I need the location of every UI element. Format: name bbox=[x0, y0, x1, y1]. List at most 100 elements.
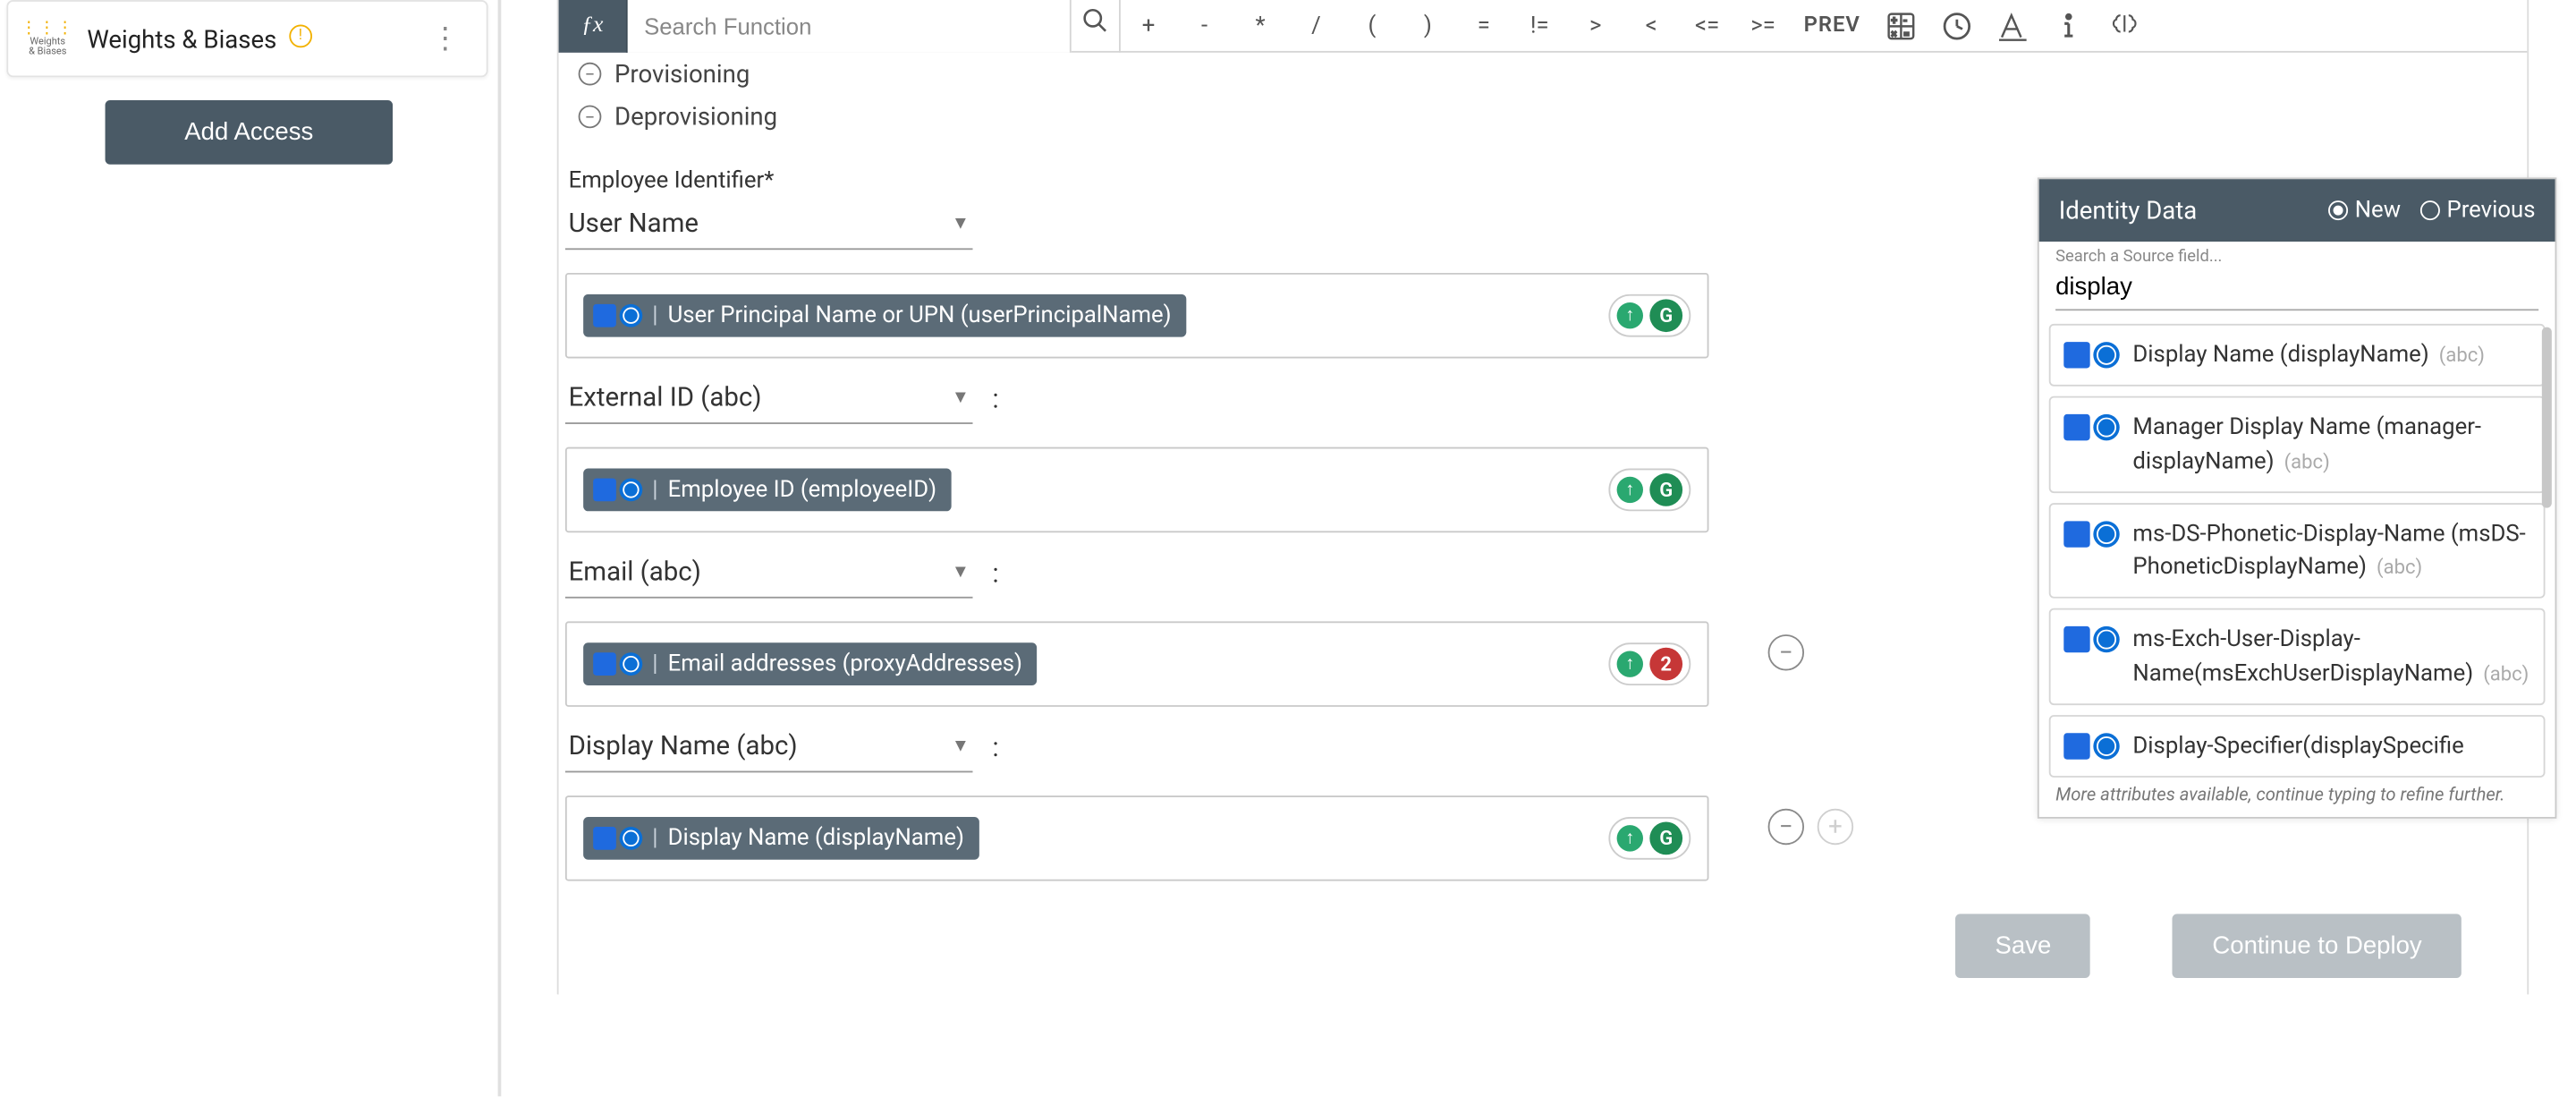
op-plus[interactable]: + bbox=[1121, 0, 1176, 52]
identity-data-panel: Identity Data New Previous Search a Sour… bbox=[2038, 177, 2556, 818]
op-minus[interactable]: - bbox=[1176, 0, 1232, 52]
app-title: Weights & Biases bbox=[87, 24, 276, 54]
source-icon bbox=[2063, 521, 2119, 547]
source-icon bbox=[593, 827, 642, 850]
select-employee-identifier[interactable]: User Name ▼ bbox=[565, 197, 973, 250]
result-list[interactable]: Display Name (displayName)(abc) Manager … bbox=[2039, 314, 2555, 817]
function-search-input[interactable] bbox=[628, 0, 1072, 52]
grammarly-icon: G bbox=[1649, 473, 1682, 506]
attribute-token[interactable]: | Display Name (displayName) bbox=[583, 817, 979, 860]
op-neq[interactable]: != bbox=[1512, 0, 1567, 52]
search-icon[interactable] bbox=[1072, 0, 1121, 52]
mapping-box-employee-identifier[interactable]: | User Principal Name or UPN (userPrinci… bbox=[565, 273, 1709, 359]
result-item[interactable]: Display-Specifier(displaySpecifie bbox=[2049, 715, 2546, 778]
op-prev[interactable]: PREV bbox=[1791, 0, 1873, 52]
source-icon bbox=[2063, 414, 2119, 440]
status-pill[interactable]: G bbox=[1608, 817, 1690, 860]
svg-text:+: + bbox=[1892, 14, 1897, 26]
op-eq[interactable]: = bbox=[1456, 0, 1512, 52]
select-value: User Name bbox=[569, 207, 699, 238]
result-name: ms-DS-Phonetic-Display-Name (msDS-Phonet… bbox=[2132, 521, 2525, 581]
left-sidebar: ⋮⋮⋮ Weights & Biases Weights & Biases ! … bbox=[0, 0, 501, 1096]
arrow-up-icon bbox=[1617, 477, 1643, 503]
formula-bar: ƒx + - * / ( ) = != > < <= >= bbox=[559, 0, 2528, 53]
op-gte[interactable]: >= bbox=[1735, 0, 1791, 52]
result-type: (abc) bbox=[2284, 450, 2330, 473]
collapse-icon[interactable]: − bbox=[579, 63, 602, 86]
op-lparen[interactable]: ( bbox=[1344, 0, 1400, 52]
source-icon bbox=[2063, 342, 2119, 368]
radio-new[interactable]: New bbox=[2328, 197, 2401, 223]
section-provisioning[interactable]: − Provisioning bbox=[565, 53, 2514, 96]
result-item[interactable]: ms-DS-Phonetic-Display-Name (msDS-Phonet… bbox=[2049, 503, 2546, 600]
save-button[interactable]: Save bbox=[1955, 914, 2090, 978]
select-value: External ID (abc) bbox=[569, 381, 762, 412]
grammarly-icon: G bbox=[1649, 822, 1682, 855]
result-name: Display Name (displayName) bbox=[2132, 342, 2428, 368]
op-lte[interactable]: <= bbox=[1679, 0, 1734, 52]
select-email[interactable]: Email (abc) ▼ bbox=[565, 546, 973, 599]
fx-icon[interactable]: ƒx bbox=[559, 0, 628, 52]
attribute-token[interactable]: | Employee ID (employeeID) bbox=[583, 469, 952, 512]
op-div[interactable]: / bbox=[1288, 0, 1343, 52]
result-type: (abc) bbox=[2377, 556, 2422, 579]
mapping-box-display-name[interactable]: | Display Name (displayName) G bbox=[565, 795, 1709, 881]
chevron-down-icon: ▼ bbox=[952, 560, 970, 582]
panel-header: Identity Data New Previous bbox=[2039, 179, 2555, 242]
continue-to-deploy-button[interactable]: Continue to Deploy bbox=[2173, 914, 2462, 978]
svg-text:=: = bbox=[1903, 29, 1909, 40]
result-item[interactable]: Manager Display Name (manager-displayNam… bbox=[2049, 396, 2546, 493]
main-area: ƒx + - * / ( ) = != > < <= >= bbox=[557, 0, 2576, 1096]
add-access-button[interactable]: Add Access bbox=[106, 100, 392, 165]
mapping-box-email[interactable]: | Email addresses (proxyAddresses) 2 bbox=[565, 621, 1709, 707]
font-icon[interactable] bbox=[1985, 0, 2040, 52]
status-pill[interactable]: G bbox=[1608, 294, 1690, 337]
scrollbar-thumb[interactable] bbox=[2542, 327, 2552, 508]
token-text: Email addresses (proxyAddresses) bbox=[668, 651, 1022, 676]
result-name: Display-Specifier(displaySpecifie bbox=[2132, 733, 2463, 759]
panel-search-input[interactable] bbox=[2055, 268, 2538, 310]
colon: : bbox=[993, 731, 999, 762]
brain-icon[interactable] bbox=[2097, 0, 2152, 52]
calculator-icon[interactable]: +-×= bbox=[1873, 0, 1928, 52]
info-icon[interactable] bbox=[2041, 0, 2097, 52]
kebab-menu-icon[interactable]: ⋮ bbox=[420, 15, 470, 63]
radio-previous[interactable]: Previous bbox=[2420, 197, 2535, 223]
collapse-icon[interactable]: − bbox=[579, 106, 602, 129]
op-lt[interactable]: < bbox=[1623, 0, 1679, 52]
source-icon bbox=[593, 479, 642, 502]
clock-icon[interactable] bbox=[1929, 0, 1985, 52]
op-gt[interactable]: > bbox=[1567, 0, 1623, 52]
wandb-logo-icon: ⋮⋮⋮ Weights & Biases bbox=[25, 15, 71, 61]
app-card[interactable]: ⋮⋮⋮ Weights & Biases Weights & Biases ! … bbox=[6, 0, 487, 77]
result-item[interactable]: Display Name (displayName)(abc) bbox=[2049, 324, 2546, 387]
section-deprovisioning[interactable]: − Deprovisioning bbox=[565, 96, 2514, 139]
grammarly-icon: G bbox=[1649, 299, 1682, 332]
status-pill[interactable]: G bbox=[1608, 469, 1690, 512]
remove-row-button[interactable]: − bbox=[1768, 634, 1804, 670]
result-item[interactable]: ms-Exch-User-Display-Name(msExchUserDisp… bbox=[2049, 609, 2546, 706]
mapping-box-external-id[interactable]: | Employee ID (employeeID) G bbox=[565, 447, 1709, 533]
colon: : bbox=[993, 557, 999, 588]
arrow-up-icon bbox=[1617, 825, 1643, 851]
attribute-token[interactable]: | User Principal Name or UPN (userPrinci… bbox=[583, 294, 1186, 337]
remove-row-button[interactable]: − bbox=[1768, 809, 1804, 845]
result-type: (abc) bbox=[2483, 662, 2529, 685]
arrow-up-icon bbox=[1617, 302, 1643, 328]
attribute-token[interactable]: | Email addresses (proxyAddresses) bbox=[583, 642, 1037, 685]
more-results-note: More attributes available, continue typi… bbox=[2049, 781, 2546, 816]
colon: : bbox=[993, 382, 999, 413]
section-label: Provisioning bbox=[614, 59, 750, 89]
svg-text:×: × bbox=[1892, 29, 1897, 40]
op-rparen[interactable]: ) bbox=[1400, 0, 1455, 52]
add-row-button[interactable]: + bbox=[1818, 809, 1853, 845]
operator-row: + - * / ( ) = != > < <= >= PREV +-×= bbox=[1121, 0, 2153, 52]
op-mult[interactable]: * bbox=[1233, 0, 1288, 52]
chevron-down-icon: ▼ bbox=[952, 735, 970, 756]
chevron-down-icon: ▼ bbox=[952, 387, 970, 408]
select-display-name[interactable]: Display Name (abc) ▼ bbox=[565, 720, 973, 773]
status-pill[interactable]: 2 bbox=[1608, 642, 1690, 685]
select-external-id[interactable]: External ID (abc) ▼ bbox=[565, 371, 973, 424]
warning-badge-icon: ! bbox=[289, 24, 312, 47]
radio-icon bbox=[2420, 200, 2440, 220]
